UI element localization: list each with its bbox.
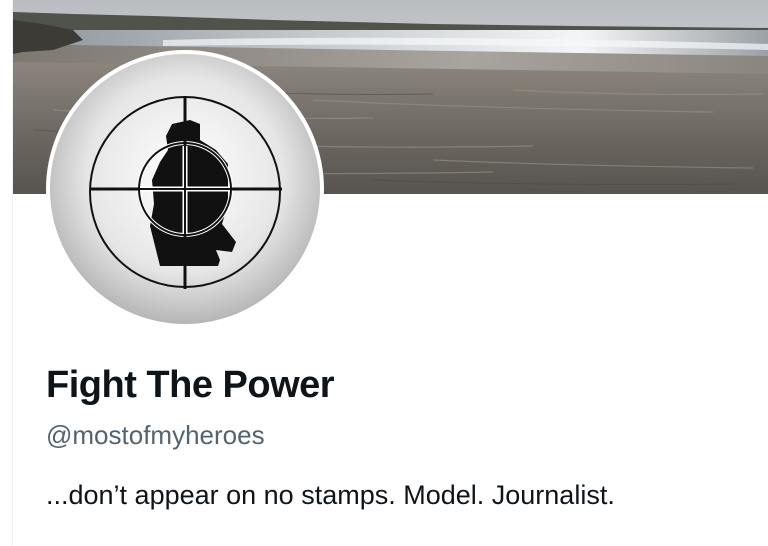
- profile-display-name: Fight The Power: [46, 364, 335, 406]
- profile-avatar[interactable]: [46, 50, 324, 328]
- crosshair-logo-icon: [50, 54, 320, 324]
- profile-bio: ...don’t appear on no stamps. Model. Jou…: [46, 480, 615, 510]
- profile-card: Fight The Power @mostofmyheroes ...don’t…: [12, 0, 768, 546]
- profile-handle: @mostofmyheroes: [46, 420, 265, 450]
